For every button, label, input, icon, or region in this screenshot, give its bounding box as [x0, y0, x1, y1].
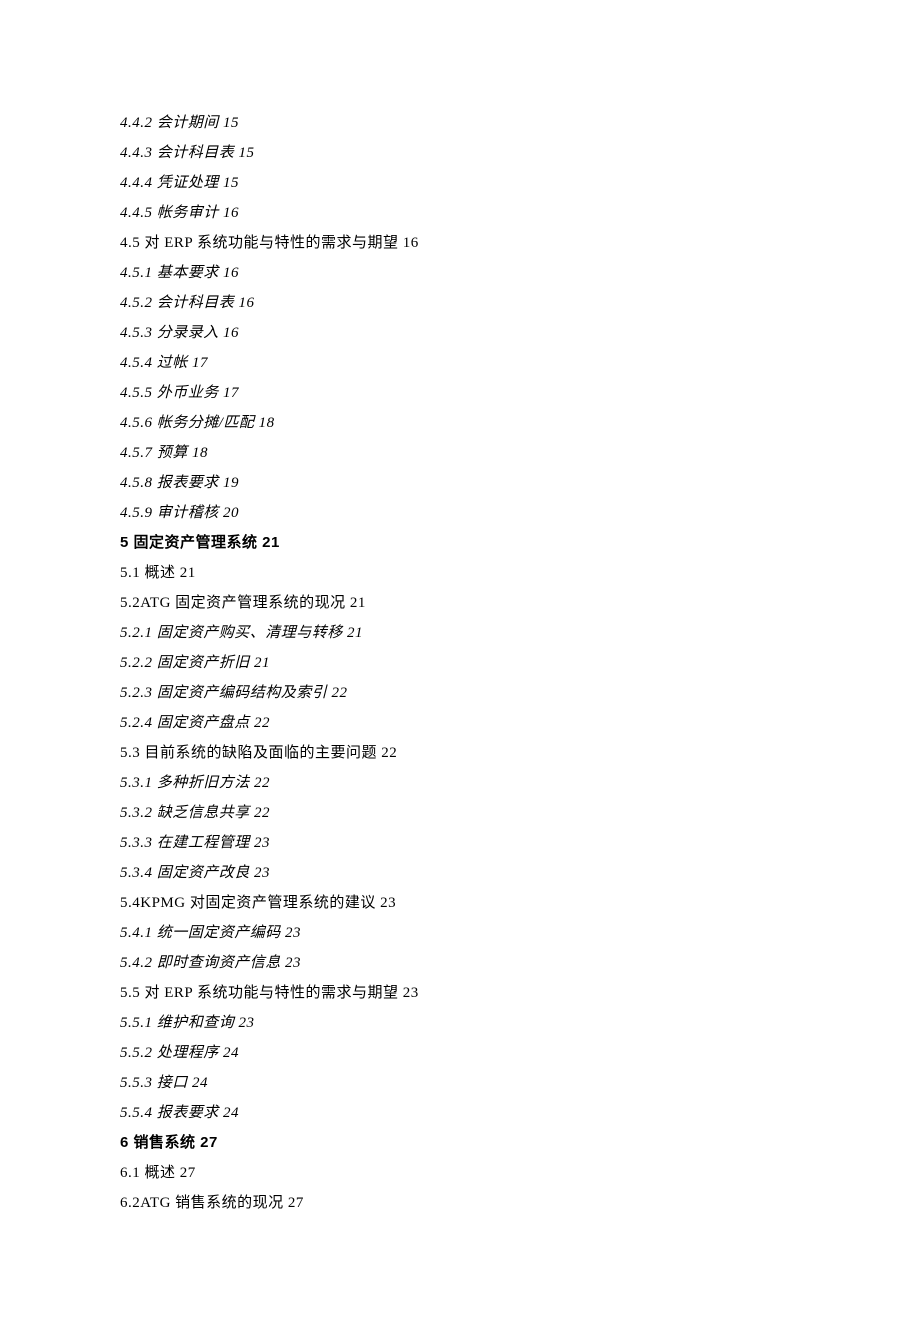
toc-entry: 5.4KPMG 对固定资产管理系统的建议 23 — [120, 888, 800, 918]
toc-entry: 5.5.3 接口 24 — [120, 1068, 800, 1098]
toc-entry: 6.2ATG 销售系统的现况 27 — [120, 1188, 800, 1218]
toc-entry: 5.5.2 处理程序 24 — [120, 1038, 800, 1068]
toc-entry: 4.5.2 会计科目表 16 — [120, 288, 800, 318]
toc-entry: 5.3 目前系统的缺陷及面临的主要问题 22 — [120, 738, 800, 768]
toc-entry: 5.2.4 固定资产盘点 22 — [120, 708, 800, 738]
toc-entry: 5 固定资产管理系统 21 — [120, 528, 800, 558]
toc-entry: 5.1 概述 21 — [120, 558, 800, 588]
toc-entry: 5.5 对 ERP 系统功能与特性的需求与期望 23 — [120, 978, 800, 1008]
toc-entry: 5.2ATG 固定资产管理系统的现况 21 — [120, 588, 800, 618]
toc-entry: 4.5.8 报表要求 19 — [120, 468, 800, 498]
toc-entry: 4.5.7 预算 18 — [120, 438, 800, 468]
toc-entry: 4.5.3 分录录入 16 — [120, 318, 800, 348]
toc-entry: 5.3.2 缺乏信息共享 22 — [120, 798, 800, 828]
toc-entry: 5.2.2 固定资产折旧 21 — [120, 648, 800, 678]
table-of-contents: 4.4.2 会计期间 154.4.3 会计科目表 154.4.4 凭证处理 15… — [120, 108, 800, 1218]
toc-entry: 5.5.1 维护和查询 23 — [120, 1008, 800, 1038]
toc-entry: 5.5.4 报表要求 24 — [120, 1098, 800, 1128]
toc-entry: 5.4.1 统一固定资产编码 23 — [120, 918, 800, 948]
toc-entry: 4.4.5 帐务审计 16 — [120, 198, 800, 228]
toc-entry: 4.4.3 会计科目表 15 — [120, 138, 800, 168]
toc-entry: 4.5 对 ERP 系统功能与特性的需求与期望 16 — [120, 228, 800, 258]
toc-entry: 4.5.4 过帐 17 — [120, 348, 800, 378]
toc-entry: 4.5.6 帐务分摊/匹配 18 — [120, 408, 800, 438]
toc-entry: 6.1 概述 27 — [120, 1158, 800, 1188]
toc-entry: 4.5.5 外币业务 17 — [120, 378, 800, 408]
toc-entry: 4.4.4 凭证处理 15 — [120, 168, 800, 198]
toc-entry: 5.2.3 固定资产编码结构及索引 22 — [120, 678, 800, 708]
toc-entry: 4.5.1 基本要求 16 — [120, 258, 800, 288]
toc-entry: 4.5.9 审计稽核 20 — [120, 498, 800, 528]
document-page: 4.4.2 会计期间 154.4.3 会计科目表 154.4.4 凭证处理 15… — [0, 0, 920, 1318]
toc-entry: 5.3.4 固定资产改良 23 — [120, 858, 800, 888]
toc-entry: 5.3.3 在建工程管理 23 — [120, 828, 800, 858]
toc-entry: 5.3.1 多种折旧方法 22 — [120, 768, 800, 798]
toc-entry: 5.2.1 固定资产购买、清理与转移 21 — [120, 618, 800, 648]
toc-entry: 5.4.2 即时查询资产信息 23 — [120, 948, 800, 978]
toc-entry: 6 销售系统 27 — [120, 1128, 800, 1158]
toc-entry: 4.4.2 会计期间 15 — [120, 108, 800, 138]
